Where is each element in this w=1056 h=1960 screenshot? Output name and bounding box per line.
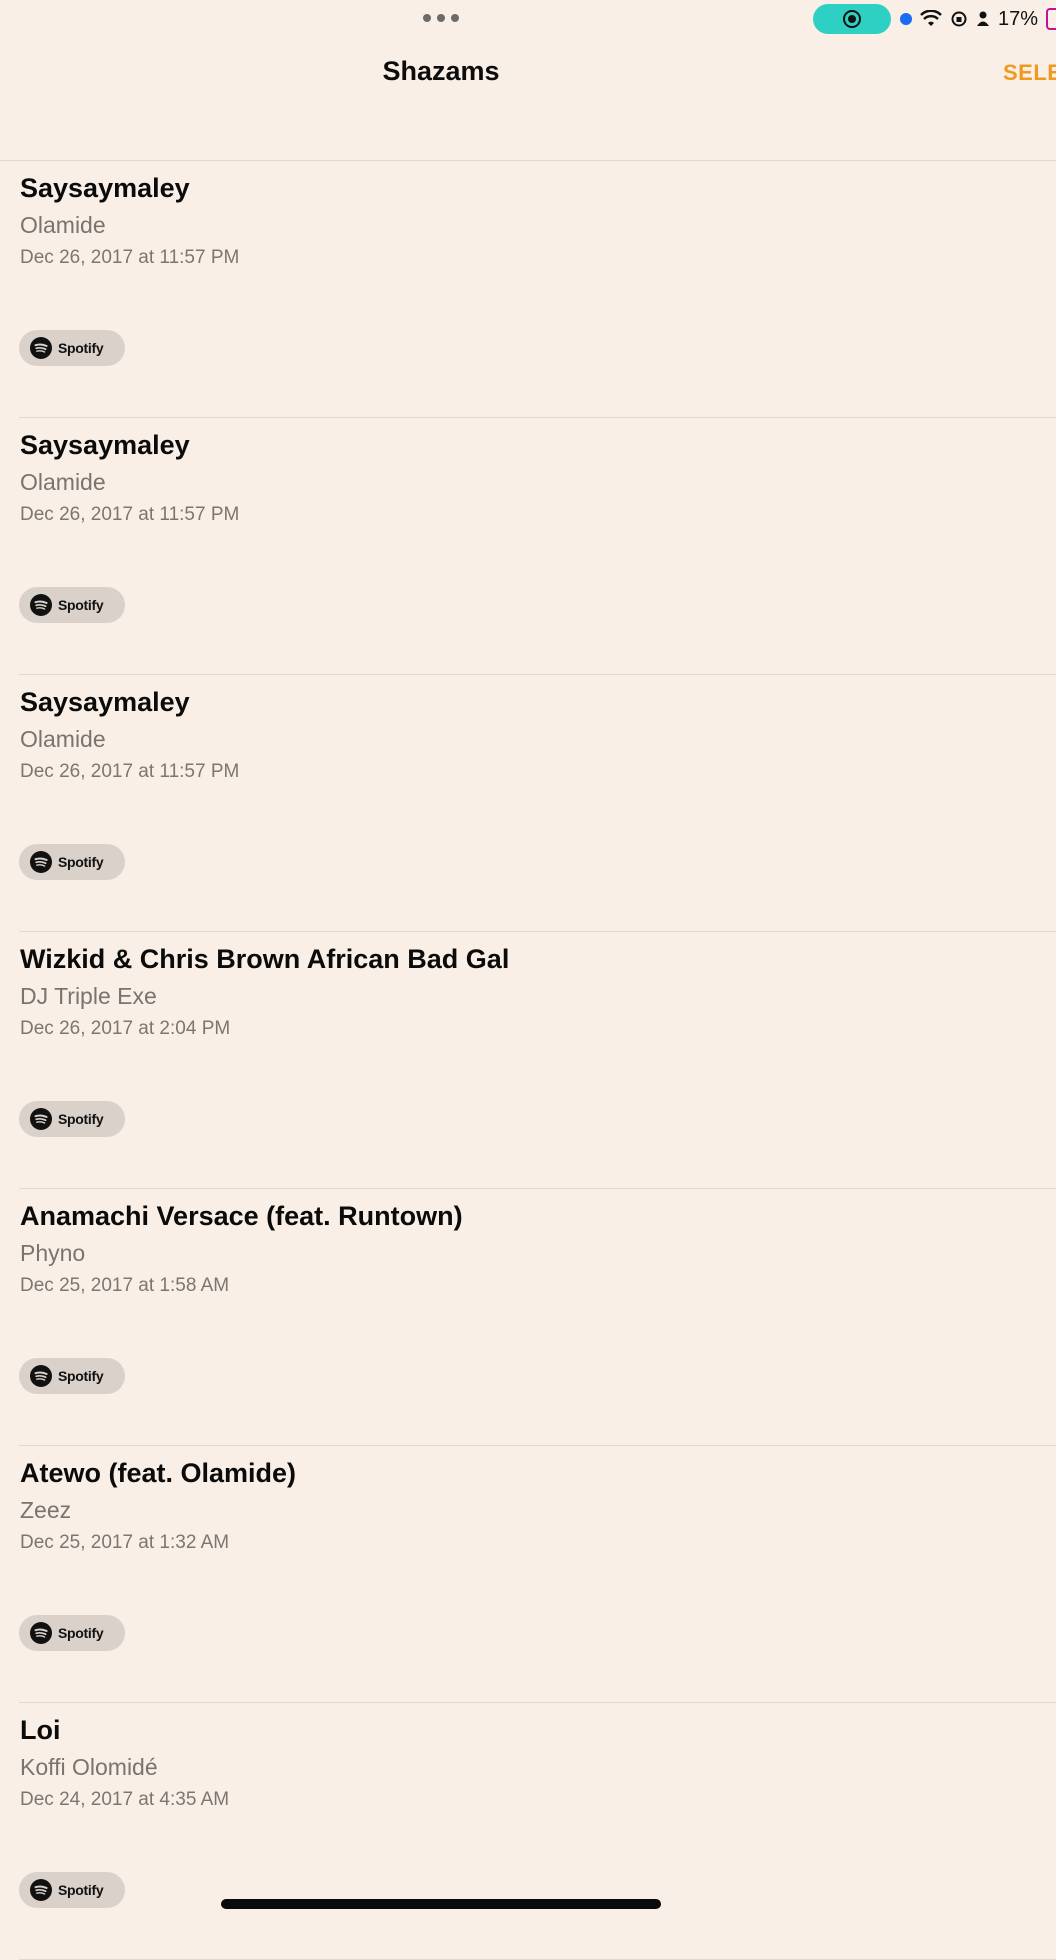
spotify-button[interactable]: Spotify [19,1615,125,1651]
spotify-button[interactable]: Spotify [19,1358,125,1394]
track-artist: Phyno [20,1240,86,1266]
spotify-icon [30,594,52,616]
spotify-label: Spotify [58,854,104,870]
list-item[interactable]: Saysaymaley Olamide Dec 26, 2017 at 11:5… [0,161,1056,418]
spotify-label: Spotify [58,1368,104,1384]
battery-percent: 17% [998,7,1039,30]
list-item[interactable]: Anamachi Versace (feat. Runtown) Phyno D… [0,1189,1056,1446]
spotify-icon [30,1622,52,1644]
list-item[interactable]: Saysaymaley Olamide Dec 26, 2017 at 11:5… [0,418,1056,675]
track-title: Loi [20,1715,61,1745]
spotify-icon [30,851,52,873]
list-item[interactable]: Atewo (feat. Olamide) Zeez Dec 25, 2017 … [0,1446,1056,1703]
page-title: Shazams [382,56,500,86]
track-title: Saysaymaley [20,173,190,203]
person-icon [977,11,989,26]
track-artist: Koffi Olomidé [20,1754,158,1780]
track-artist: Zeez [20,1497,72,1523]
spotify-icon [30,1879,52,1901]
spotify-icon [30,1108,52,1130]
orientation-lock-icon [951,11,967,27]
list-item[interactable]: Saysaymaley Olamide Dec 26, 2017 at 11:5… [0,675,1056,932]
spotify-label: Spotify [58,597,104,613]
shazam-date: Dec 26, 2017 at 2:04 PM [20,1018,231,1039]
track-title: Saysaymaley [20,430,190,460]
track-title: Atewo (feat. Olamide) [20,1458,297,1488]
screen-record-icon[interactable] [813,4,891,34]
select-button[interactable]: SELECT [1003,60,1056,86]
spotify-button[interactable]: Spotify [19,1101,125,1137]
shazam-date: Dec 26, 2017 at 11:57 PM [20,761,240,782]
spotify-button[interactable]: Spotify [19,844,125,880]
shazam-list: Saysaymaley Olamide Dec 26, 2017 at 11:5… [0,161,1056,1960]
wifi-icon [920,10,942,26]
track-title: Anamachi Versace (feat. Runtown) [20,1201,463,1231]
spotify-label: Spotify [58,1111,104,1127]
list-item[interactable]: Loi Koffi Olomidé Dec 24, 2017 at 4:35 A… [0,1703,1056,1960]
status-icons: 17% [900,6,1056,32]
track-artist: DJ Triple Exe [20,983,157,1009]
shazam-date: Dec 26, 2017 at 11:57 PM [20,247,240,268]
spotify-icon [30,1365,52,1387]
track-title: Wizkid & Chris Brown African Bad Gal [20,944,510,974]
track-title: Saysaymaley [20,687,190,717]
spotify-label: Spotify [58,1625,104,1641]
shazam-date: Dec 25, 2017 at 1:32 AM [20,1532,230,1553]
home-indicator[interactable] [221,1899,661,1909]
spotify-button[interactable]: Spotify [19,587,125,623]
spotify-label: Spotify [58,340,104,356]
list-item[interactable]: Wizkid & Chris Brown African Bad Gal DJ … [0,932,1056,1189]
spotify-button[interactable]: Spotify [19,1872,125,1908]
shazam-date: Dec 26, 2017 at 11:57 PM [20,504,240,525]
spotify-label: Spotify [58,1882,104,1898]
more-dots-icon[interactable] [423,14,459,22]
track-artist: Olamide [20,726,106,752]
spotify-icon [30,337,52,359]
shazam-date: Dec 25, 2017 at 1:58 AM [20,1275,230,1296]
spotify-button[interactable]: Spotify [19,330,125,366]
track-artist: Olamide [20,212,106,238]
track-artist: Olamide [20,469,106,495]
status-bar: 17% [0,0,1056,40]
shazam-date: Dec 24, 2017 at 4:35 AM [20,1789,230,1810]
location-dot-icon [900,13,912,25]
battery-icon [1046,8,1056,30]
